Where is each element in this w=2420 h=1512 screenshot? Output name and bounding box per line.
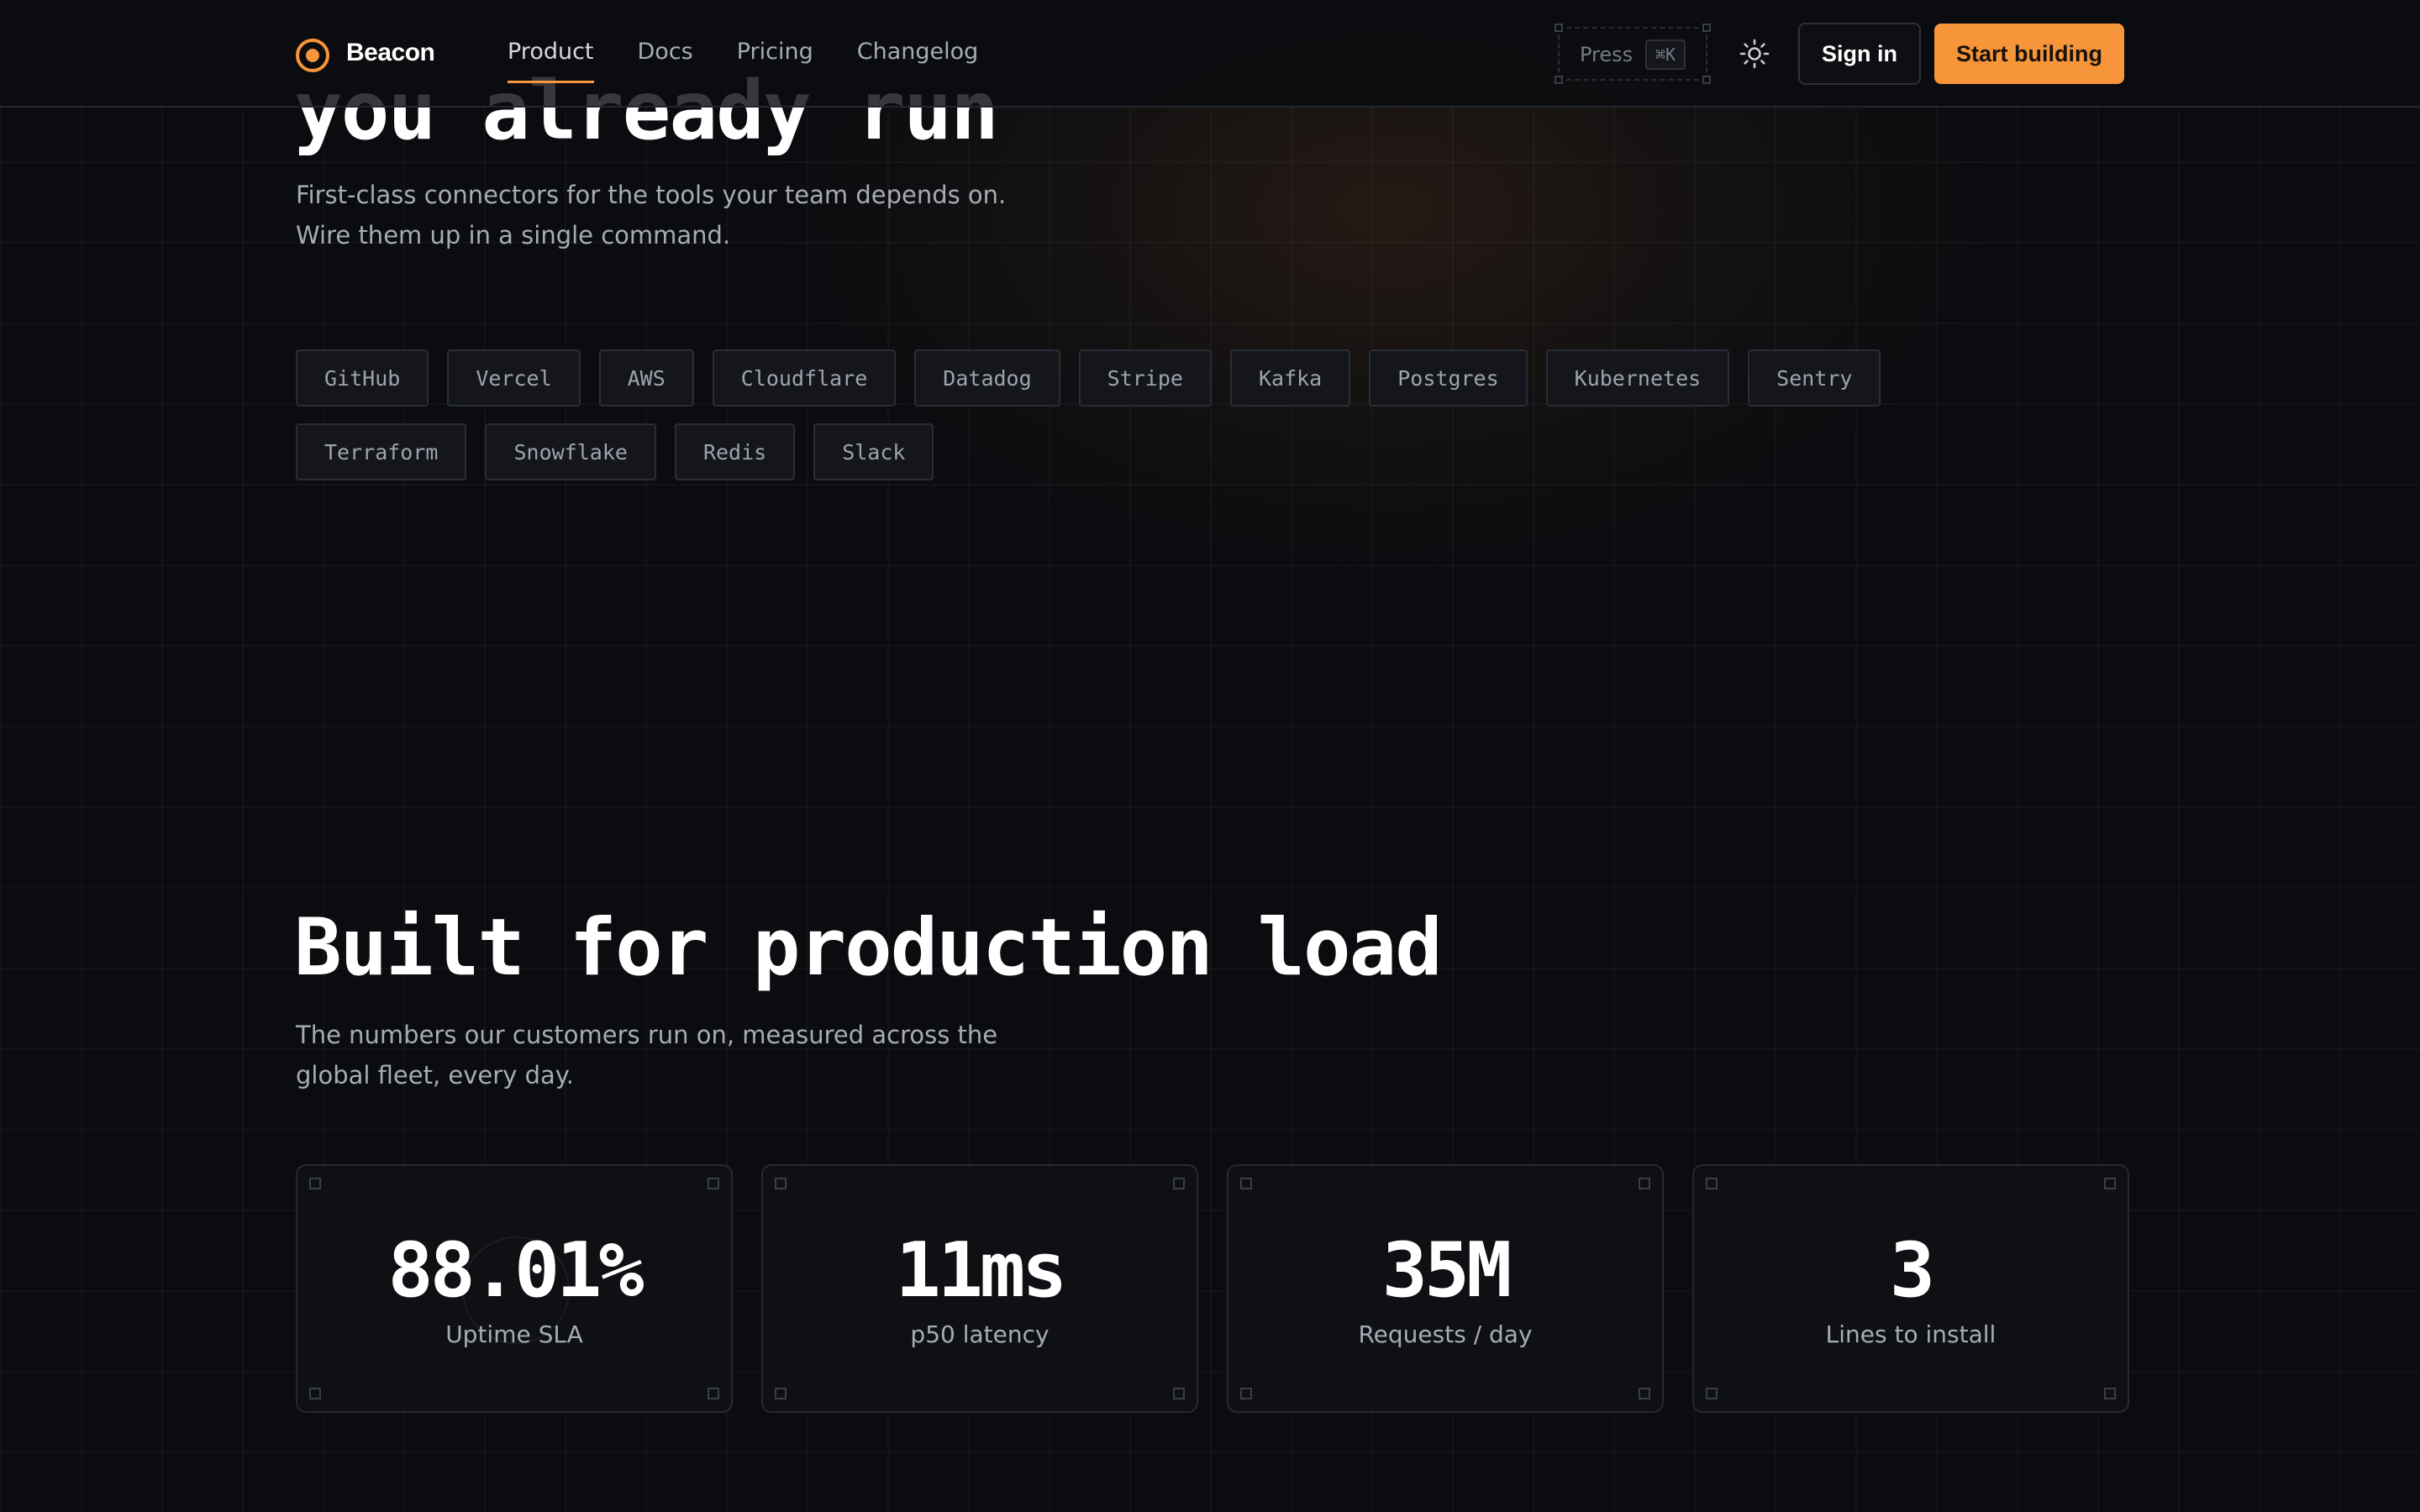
nav-links: Product Docs Pricing Changelog (508, 39, 978, 84)
chip-cloudflare[interactable]: Cloudflare (712, 349, 897, 407)
nav-link-docs[interactable]: Docs (638, 39, 693, 84)
integrations-subtitle-line-2: Wire them up in a single command. (296, 221, 731, 249)
start-building-button[interactable]: Start building (1934, 24, 2124, 84)
chip-aws[interactable]: AWS (598, 349, 694, 407)
chip-snowflake[interactable]: Snowflake (485, 423, 656, 480)
chip-postgres[interactable]: Postgres (1369, 349, 1528, 407)
stat-card-latency: 11ms p50 latency (761, 1164, 1198, 1413)
stat-label: p50 latency (910, 1320, 1050, 1348)
stat-value: 3 (1889, 1226, 1935, 1315)
brand-name[interactable]: Beacon (346, 39, 435, 67)
stat-value: 88.01% (387, 1226, 644, 1315)
chip-slack[interactable]: Slack (813, 423, 934, 480)
stats-subtitle-line-2: global fleet, every day. (296, 1061, 574, 1089)
shortcut-key: ⌘K (1645, 39, 1686, 70)
chip-kafka[interactable]: Kafka (1229, 349, 1351, 407)
stats-subtitle-line-1: The numbers our customers run on, measur… (296, 1021, 998, 1049)
stat-card-install: 3 Lines to install (1692, 1164, 2129, 1413)
nav-link-changelog[interactable]: Changelog (857, 39, 979, 84)
integration-chips: GitHub Vercel AWS Cloudflare Datadog Str… (296, 349, 2060, 480)
chip-github[interactable]: GitHub (296, 349, 429, 407)
stat-label: Lines to install (1825, 1320, 1996, 1348)
chip-redis[interactable]: Redis (674, 423, 796, 480)
press-label: Press (1580, 43, 1634, 66)
chip-kubernetes[interactable]: Kubernetes (1545, 349, 1730, 407)
stat-card-uptime: 88.01% Uptime SLA (296, 1164, 733, 1413)
stat-label: Requests / day (1358, 1320, 1533, 1348)
stat-value: 35M (1381, 1226, 1512, 1315)
chip-sentry[interactable]: Sentry (1748, 349, 1881, 407)
stat-cards: 88.01% Uptime SLA 11ms p50 latency 35M R… (296, 1164, 2129, 1413)
sign-in-button[interactable]: Sign in (1798, 23, 1921, 85)
stat-value: 11ms (895, 1226, 1068, 1315)
command-palette-trigger[interactable]: Press ⌘K (1555, 24, 1711, 84)
nav-link-pricing[interactable]: Pricing (737, 39, 813, 84)
chip-vercel[interactable]: Vercel (447, 349, 581, 407)
integrations-subtitle: First-class connectors for the tools you… (296, 175, 1052, 255)
stats-subtitle: The numbers our customers run on, measur… (296, 1015, 1052, 1095)
sun-icon[interactable] (1739, 39, 1770, 69)
stat-label: Uptime SLA (445, 1320, 583, 1348)
top-nav: Beacon Product Docs Pricing Changelog Pr… (0, 0, 2420, 108)
chip-datadog[interactable]: Datadog (914, 349, 1060, 407)
chip-terraform[interactable]: Terraform (296, 423, 467, 480)
beacon-logo-icon[interactable] (296, 39, 329, 72)
chip-stripe[interactable]: Stripe (1078, 349, 1212, 407)
nav-link-product[interactable]: Product (508, 39, 594, 84)
stat-card-requests: 35M Requests / day (1227, 1164, 1664, 1413)
integrations-subtitle-line-1: First-class connectors for the tools you… (296, 181, 1007, 209)
stats-title: Built for production load (294, 902, 1443, 994)
